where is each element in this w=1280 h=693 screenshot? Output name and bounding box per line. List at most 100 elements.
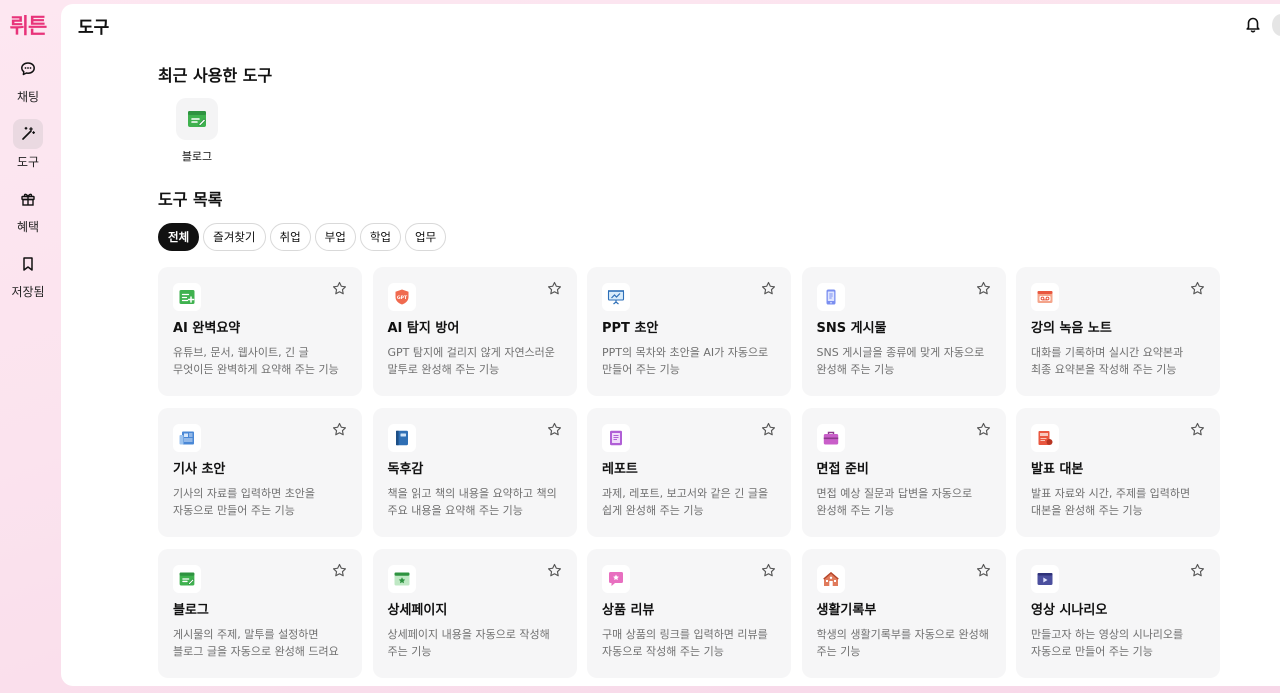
tool-card-title: AI 탐지 방어 bbox=[387, 321, 460, 336]
book-icon bbox=[387, 424, 416, 452]
filter-favorites[interactable]: 즐겨찾기 bbox=[203, 223, 266, 251]
avatar[interactable] bbox=[1272, 14, 1280, 36]
tool-card[interactable]: 레포트 과제, 레포트, 보고서와 같은 긴 글을 쉽게 완성해 주는 기능 bbox=[587, 408, 791, 537]
tool-card-title: 상세페이지 bbox=[387, 603, 448, 618]
tool-card[interactable]: 영상 시나리오 만들고자 하는 영상의 시나리오를 자동으로 만들어 주는 기능 bbox=[1016, 549, 1220, 678]
sidebar-item-tools[interactable]: 도구 bbox=[4, 119, 52, 170]
star-icon[interactable] bbox=[761, 563, 776, 582]
tool-card-desc: 발표 자료와 시간, 주제를 입력하면 대본을 완성해 주는 기능 bbox=[1031, 487, 1191, 517]
tools-list-title: 도구 목록 bbox=[158, 190, 223, 209]
sidebar-item-chat[interactable]: 채팅 bbox=[4, 54, 52, 105]
tools-content: 최근 사용한 도구 블로그 도구 목록 전체 즐겨찾기 취업 부업 학업 업무 … bbox=[158, 62, 1228, 678]
sidebar-item-benefits[interactable]: 혜택 bbox=[4, 184, 52, 235]
tool-card-title: 생활기록부 bbox=[816, 603, 877, 618]
phone-icon bbox=[816, 283, 845, 311]
tool-card[interactable]: PPT 초안 PPT의 목차와 초안을 AI가 자동으로 만들어 주는 기능 bbox=[587, 267, 791, 396]
briefcase-icon bbox=[816, 424, 845, 452]
recorder-icon bbox=[1031, 283, 1059, 311]
tool-card[interactable]: AI 완벽요약 유튜브, 문서, 웹사이트, 긴 글 무엇이든 완벽하게 요약해… bbox=[158, 267, 362, 396]
star-icon[interactable] bbox=[976, 563, 991, 582]
tool-card-desc: 유튜브, 문서, 웹사이트, 긴 글 무엇이든 완벽하게 요약해 주는 기능 bbox=[173, 346, 339, 376]
tool-card-grid: AI 완벽요약 유튜브, 문서, 웹사이트, 긴 글 무엇이든 완벽하게 요약해… bbox=[158, 267, 1228, 678]
tool-card[interactable]: SNS 게시물 SNS 게시글을 종류에 맞게 자동으로 완성해 주는 기능 bbox=[801, 267, 1006, 396]
recent-tools-title: 최근 사용한 도구 bbox=[158, 66, 273, 85]
bookmark-icon bbox=[13, 249, 43, 279]
blog-icon bbox=[173, 565, 201, 593]
tool-card-title: 블로그 bbox=[173, 603, 209, 618]
bell-icon[interactable] bbox=[1244, 15, 1262, 37]
star-icon[interactable] bbox=[547, 422, 562, 441]
tool-card-title: 강의 녹음 노트 bbox=[1031, 321, 1112, 336]
filter-job[interactable]: 취업 bbox=[269, 223, 311, 251]
tool-card-desc: 만들고자 하는 영상의 시나리오를 자동으로 만들어 주는 기능 bbox=[1031, 628, 1184, 658]
tool-card-desc: 면접 예상 질문과 답변을 자동으로 완성해 주는 기능 bbox=[816, 487, 973, 517]
star-icon[interactable] bbox=[332, 281, 347, 300]
filter-all[interactable]: 전체 bbox=[158, 223, 200, 251]
star-icon[interactable] bbox=[332, 563, 347, 582]
tool-card-desc: PPT의 목차와 초안을 AI가 자동으로 만들어 주는 기능 bbox=[602, 346, 769, 376]
filter-side-job[interactable]: 부업 bbox=[314, 223, 356, 251]
star-icon[interactable] bbox=[332, 422, 347, 441]
tool-card-desc: GPT 탐지에 걸리지 않게 자연스러운 말투로 완성해 주는 기능 bbox=[387, 346, 555, 376]
brand-logo[interactable]: 뤼튼 bbox=[10, 10, 48, 40]
tool-card-title: SNS 게시물 bbox=[816, 321, 887, 336]
filter-work[interactable]: 업무 bbox=[405, 223, 447, 251]
tool-card[interactable]: 상세페이지 상세페이지 내용을 자동으로 작성해 주는 기능 bbox=[372, 549, 577, 678]
star-icon[interactable] bbox=[547, 563, 562, 582]
star-icon[interactable] bbox=[976, 422, 991, 441]
main-panel: 도구 최근 사용한 도구 블로그 도구 목록 전체 즐겨찾기 취업 부업 학업 … bbox=[61, 4, 1280, 686]
tool-card-title: 영상 시나리오 bbox=[1031, 603, 1108, 618]
tool-card-title: 레포트 bbox=[602, 462, 638, 477]
star-icon[interactable] bbox=[761, 422, 776, 441]
star-icon[interactable] bbox=[1190, 422, 1205, 441]
star-icon[interactable] bbox=[1190, 563, 1205, 582]
tool-card[interactable]: 독후감 책을 읽고 책의 내용을 요약하고 책의 주요 내용을 요약해 주는 기… bbox=[372, 408, 577, 537]
tool-card-title: 독후감 bbox=[387, 462, 424, 477]
tool-card-desc: 과제, 레포트, 보고서와 같은 긴 글을 쉽게 완성해 주는 기능 bbox=[602, 487, 769, 517]
tool-card-desc: SNS 게시글을 종류에 맞게 자동으로 완성해 주는 기능 bbox=[816, 346, 985, 376]
recent-tool-blog[interactable]: 블로그 bbox=[157, 98, 237, 164]
tool-card-title: 면접 준비 bbox=[816, 462, 869, 477]
sidebar-item-saved[interactable]: 저장됨 bbox=[4, 249, 52, 300]
presentation-icon bbox=[602, 283, 630, 311]
tool-card[interactable]: 생활기록부 학생의 생활기록부를 자동으로 완성해 주는 기능 bbox=[801, 549, 1006, 678]
blog-icon bbox=[176, 98, 218, 140]
tool-card-desc: 기사의 자료를 입력하면 초안을 자동으로 만들어 주는 기능 bbox=[173, 487, 316, 517]
tool-card-title: 상품 리뷰 bbox=[602, 603, 655, 618]
page-title: 도구 bbox=[78, 17, 110, 38]
tool-card[interactable]: GPT AI 탐지 방어 GPT 탐지에 걸리지 않게 자연스러운 말투로 완성… bbox=[372, 267, 577, 396]
tool-card-title: 기사 초안 bbox=[173, 462, 226, 477]
sidebar-item-label: 혜택 bbox=[16, 220, 40, 234]
tool-card-desc: 구매 상품의 링크를 입력하면 리뷰를 자동으로 작성해 주는 기능 bbox=[602, 628, 768, 658]
star-icon[interactable] bbox=[976, 281, 991, 300]
filter-study[interactable]: 학업 bbox=[359, 223, 402, 251]
svg-text:GPT: GPT bbox=[396, 295, 407, 301]
tool-card-title: 발표 대본 bbox=[1031, 462, 1084, 477]
tool-card[interactable]: 상품 리뷰 구매 상품의 링크를 입력하면 리뷰를 자동으로 작성해 주는 기능 bbox=[587, 549, 791, 678]
tool-card-desc: 대화를 기록하며 실시간 요약본과 최종 요약본을 작성해 주는 기능 bbox=[1031, 346, 1184, 376]
gift-icon bbox=[13, 184, 43, 214]
newspaper-icon bbox=[173, 424, 201, 452]
chat-icon bbox=[13, 54, 43, 84]
filter-chips: 전체 즐겨찾기 취업 부업 학업 업무 bbox=[158, 223, 1228, 251]
summary-icon bbox=[173, 283, 201, 311]
report-icon bbox=[602, 424, 630, 452]
tool-card[interactable]: 기사 초안 기사의 자료를 입력하면 초안을 자동으로 만들어 주는 기능 bbox=[158, 408, 362, 537]
review-icon bbox=[602, 565, 630, 593]
tool-card[interactable]: 블로그 게시물의 주제, 말투를 설정하면 블로그 글을 자동으로 완성해 드려… bbox=[158, 549, 362, 678]
tool-card[interactable]: 면접 준비 면접 예상 질문과 답변을 자동으로 완성해 주는 기능 bbox=[801, 408, 1006, 537]
star-icon[interactable] bbox=[761, 281, 776, 300]
sidebar-item-label: 채팅 bbox=[16, 90, 40, 104]
tool-card-desc: 게시물의 주제, 말투를 설정하면 블로그 글을 자동으로 완성해 드려요 bbox=[173, 628, 339, 658]
tool-card-desc: 상세페이지 내용을 자동으로 작성해 주는 기능 bbox=[387, 628, 550, 658]
tool-card[interactable]: 강의 녹음 노트 대화를 기록하며 실시간 요약본과 최종 요약본을 작성해 주… bbox=[1016, 267, 1220, 396]
tool-card-title: AI 완벽요약 bbox=[173, 321, 241, 336]
tool-card-title: PPT 초안 bbox=[602, 321, 659, 336]
tool-card[interactable]: 발표 대본 발표 자료와 시간, 주제를 입력하면 대본을 완성해 주는 기능 bbox=[1016, 408, 1220, 537]
recent-tool-label: 블로그 bbox=[181, 150, 213, 163]
script-icon bbox=[1031, 424, 1059, 452]
tool-card-desc: 책을 읽고 책의 내용을 요약하고 책의 주요 내용을 요약해 주는 기능 bbox=[387, 487, 557, 517]
star-icon[interactable] bbox=[1190, 281, 1205, 300]
gpt-shield-icon: GPT bbox=[387, 283, 416, 311]
star-icon[interactable] bbox=[547, 281, 562, 300]
